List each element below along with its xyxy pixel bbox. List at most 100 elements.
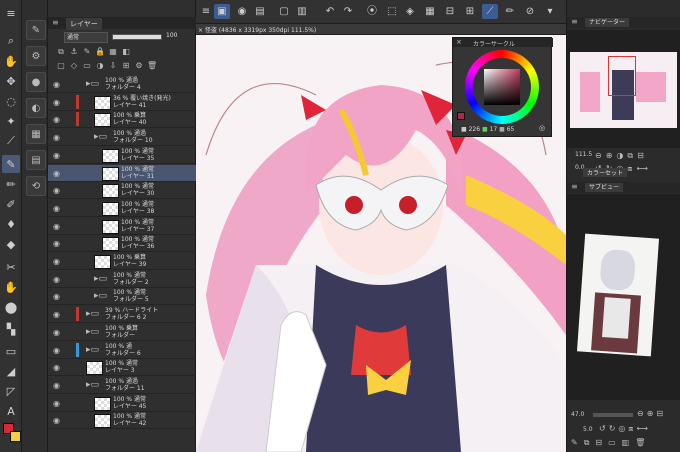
draft-icon[interactable]: ✎ xyxy=(82,47,92,57)
visibility-eye-icon[interactable]: ◉ xyxy=(53,239,60,248)
trash-icon[interactable]: 🗑 xyxy=(147,61,157,71)
visibility-eye-icon[interactable]: ◉ xyxy=(53,222,60,231)
layer-property-icon[interactable]: ▤ xyxy=(26,150,46,170)
brush-size-icon[interactable]: ● xyxy=(26,72,46,92)
fill-icon[interactable]: ⬤ xyxy=(2,298,20,316)
move-icon[interactable]: ✥ xyxy=(2,72,20,90)
grid-icon[interactable]: ⊞ xyxy=(462,4,478,19)
visibility-eye-icon[interactable]: ◉ xyxy=(53,292,60,301)
zoom-icon[interactable]: ⌕ xyxy=(2,32,20,50)
layer-row[interactable]: ◉ 100 % 通常 レイヤー 45 xyxy=(48,395,196,412)
new-vector-icon[interactable]: ◇ xyxy=(69,61,79,71)
visibility-eye-icon[interactable]: ◉ xyxy=(53,151,60,160)
subview-angle-value[interactable]: 5.0 xyxy=(583,426,593,433)
folder-icon[interactable]: ▸▭ xyxy=(94,291,107,301)
merge-icon[interactable]: ⊞ xyxy=(121,61,131,71)
layer-folder-row[interactable]: ◉ ▸▭ 100 % 通過 フォルダー 4 xyxy=(48,76,196,93)
folder-icon[interactable]: ▸▭ xyxy=(86,380,99,390)
folder-icon[interactable]: ▸▭ xyxy=(94,274,107,284)
ruler-toggle-icon[interactable]: ✏ xyxy=(502,4,518,19)
navigator-menu-icon[interactable]: ≡ xyxy=(571,17,578,26)
subview-tab[interactable]: サブビュー xyxy=(585,183,624,192)
lock-alpha-icon[interactable]: ▦ xyxy=(108,47,118,57)
transfer-icon[interactable]: ⇩ xyxy=(108,61,118,71)
navigator-tab[interactable]: ナビゲーター xyxy=(585,18,630,27)
layer-row[interactable]: ◉ 100 % 通常 レイヤー 38 xyxy=(48,200,196,217)
figure-icon[interactable]: ▭ xyxy=(2,342,20,360)
color-wheel-icon[interactable]: ◐ xyxy=(26,98,46,118)
visibility-eye-icon[interactable]: ◉ xyxy=(53,310,60,319)
hand-icon[interactable]: ✋ xyxy=(2,52,20,70)
folder-icon[interactable]: ▸▭ xyxy=(86,345,99,355)
subview-menu-icon[interactable]: ≡ xyxy=(571,182,578,191)
subview-bottom-icons[interactable]: ✎⧉⊟▭▥🗑 xyxy=(571,438,651,448)
layer-row[interactable]: ◉ 100 % 通常 レイヤー 3 xyxy=(48,359,196,377)
invert-icon[interactable]: ⊟ xyxy=(442,4,458,19)
new-icon[interactable]: ▢ xyxy=(276,4,292,19)
layer-row[interactable]: ◉ 100 % 乗算 レイヤー 39 xyxy=(48,253,196,270)
saturation-value-square[interactable] xyxy=(484,69,520,105)
menu-icon[interactable]: ≡ xyxy=(198,4,214,19)
layer-folder-row[interactable]: ◉ ▸▭ 39 % ハードライト フォルダー 6 2 xyxy=(48,306,196,324)
visibility-eye-icon[interactable]: ◉ xyxy=(53,169,60,178)
settings-icon[interactable]: ⚙ xyxy=(134,61,144,71)
hsv-mode-icon[interactable]: ◎ xyxy=(539,124,545,132)
visibility-eye-icon[interactable]: ◉ xyxy=(53,275,60,284)
visibility-eye-icon[interactable]: ◉ xyxy=(53,115,60,124)
magic-wand-icon[interactable]: ✦ xyxy=(2,112,20,130)
folder-icon[interactable]: ▸▭ xyxy=(94,132,107,142)
lasso-icon[interactable]: ◌ xyxy=(2,92,20,110)
eraser-icon[interactable]: ◆ xyxy=(2,235,20,253)
new-raster-icon[interactable]: ▢ xyxy=(56,61,66,71)
layer-folder-row[interactable]: ◉ ▸▭ 100 % 通常 フォルダー 2 xyxy=(48,271,196,288)
brush-icon[interactable]: ✐ xyxy=(2,195,20,213)
transform-icon[interactable]: ⬚ xyxy=(384,4,400,19)
lock-icon[interactable]: 🔒 xyxy=(95,47,105,57)
document-tab[interactable]: × 怪盗 (4836 x 3319px 350dpi 111.5%) xyxy=(198,25,316,34)
visibility-eye-icon[interactable]: ◉ xyxy=(53,328,60,337)
visibility-eye-icon[interactable]: ◉ xyxy=(53,399,60,408)
clip-icon[interactable]: ⧉ xyxy=(56,47,66,57)
sub-tool-property-icon[interactable]: ⚙ xyxy=(26,46,46,66)
layer-row[interactable]: ◉ 100 % 通常 レイヤー 35 xyxy=(48,147,196,164)
layer-folder-row[interactable]: ◉ ▸▭ 100 % 通過 フォルダー 11 xyxy=(48,377,196,394)
ruler-icon[interactable]: ◢ xyxy=(2,362,20,380)
eyedropper-icon[interactable]: ⟋ xyxy=(2,132,20,150)
layer-folder-row[interactable]: ◉ ▸▭ 100 % 通フォルダー 6 xyxy=(48,342,196,359)
fill-selection-icon[interactable]: ◈ xyxy=(402,4,418,19)
layer-folder-row[interactable]: ◉ ▸▭ 100 % 通常 フォルダー 5 xyxy=(48,288,196,306)
layer-row[interactable]: ◉ 100 % 通常 レイヤー 37 xyxy=(48,218,196,235)
sub-color-swatch[interactable] xyxy=(10,431,21,442)
blend-icon[interactable]: ✋ xyxy=(2,278,20,296)
layer-folder-row[interactable]: ◉ ▸▭ 100 % 乗算 フォルダー xyxy=(48,324,196,341)
text-icon[interactable]: A xyxy=(2,402,20,420)
close-icon[interactable]: × xyxy=(456,38,462,46)
airbrush-icon[interactable]: ♦ xyxy=(2,215,20,233)
blend-mode-select[interactable]: 通常 xyxy=(64,32,108,43)
clear-icon[interactable]: ⦿ xyxy=(364,4,380,19)
deselect-icon[interactable]: ▦ xyxy=(422,4,438,19)
ref-icon[interactable]: ⚓ xyxy=(69,47,79,57)
visibility-eye-icon[interactable]: ◉ xyxy=(53,363,60,372)
sub-tool-pen-icon[interactable]: ✎ xyxy=(26,20,46,40)
visibility-eye-icon[interactable]: ◉ xyxy=(53,186,60,195)
layer-folder-row[interactable]: ◉ ▸▭ 100 % 通過 フォルダー 10 xyxy=(48,129,196,147)
menu-icon[interactable]: ≡ xyxy=(2,4,20,22)
current-color-swatch[interactable] xyxy=(457,112,465,120)
panel-menu-icon[interactable]: ≡ xyxy=(52,18,59,27)
layer-tab[interactable]: レイヤー xyxy=(66,18,102,30)
dropdown-icon[interactable]: ▾ xyxy=(542,4,558,19)
subview-zoom-buttons[interactable]: ⊖⊕⊟ xyxy=(637,409,666,418)
folder-icon[interactable]: ▸▭ xyxy=(86,309,99,319)
undo-icon[interactable]: ↶ xyxy=(322,4,338,19)
opacity-slider[interactable] xyxy=(112,34,162,40)
layer-row[interactable]: ◉ 100 % 乗算 レイヤー 40 xyxy=(48,111,196,129)
visibility-eye-icon[interactable]: ◉ xyxy=(53,133,60,142)
pen-icon[interactable]: ✎ xyxy=(2,155,20,173)
layer-row[interactable]: ◉ 100 % 通常 レイヤー 31 xyxy=(48,164,196,182)
visibility-eye-icon[interactable]: ◉ xyxy=(53,381,60,390)
subview-rotate-buttons[interactable]: ↺↻◎⧈⟷ xyxy=(599,424,651,434)
save-icon[interactable]: ▤ xyxy=(252,4,268,19)
folder-icon[interactable]: ▸▭ xyxy=(86,327,99,337)
visibility-eye-icon[interactable]: ◉ xyxy=(53,98,60,107)
